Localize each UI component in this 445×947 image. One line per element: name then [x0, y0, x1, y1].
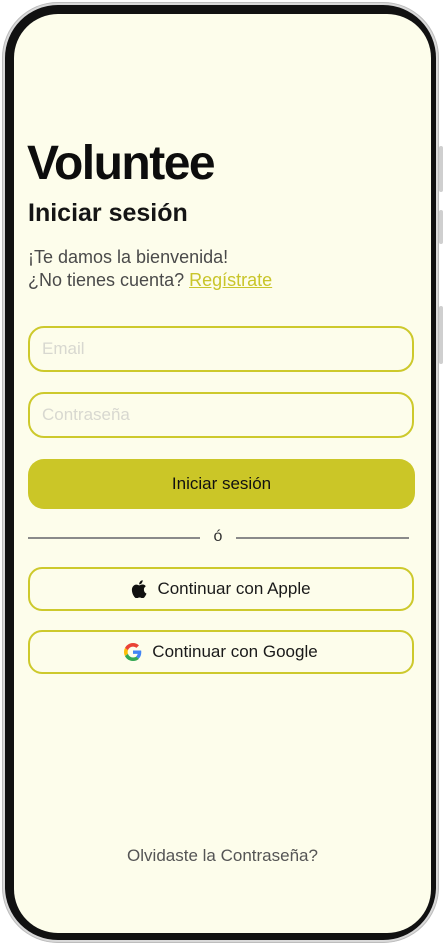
no-account-line: ¿No tienes cuenta? Regístrate	[28, 268, 272, 292]
divider-text: ó	[213, 528, 223, 545]
register-link[interactable]: Regístrate	[189, 270, 272, 290]
apple-login-button[interactable]: Continuar con Apple	[28, 567, 414, 611]
divider-line-right	[236, 537, 409, 539]
side-button-power	[439, 306, 443, 364]
divider-line-left	[28, 537, 200, 539]
forgot-password-link[interactable]: Olvidaste la Contraseña?	[14, 846, 431, 866]
google-login-label: Continuar con Google	[152, 642, 318, 661]
no-account-text: ¿No tienes cuenta?	[28, 270, 185, 290]
welcome-text: ¡Te damos la bienvenida!	[28, 247, 229, 267]
email-input[interactable]	[28, 326, 414, 372]
google-icon	[124, 643, 142, 661]
password-input[interactable]	[28, 392, 414, 438]
login-screen: Voluntee Iniciar sesión ¡Te damos la bie…	[14, 14, 431, 933]
apple-icon	[131, 580, 147, 598]
login-button[interactable]: Iniciar sesión	[28, 459, 415, 509]
app-logo-text: Voluntee	[27, 137, 216, 190]
side-button-volume-up	[439, 210, 443, 244]
side-button-top	[439, 146, 443, 192]
google-login-button[interactable]: Continuar con Google	[28, 630, 414, 674]
page-title: Iniciar sesión	[28, 199, 188, 227]
apple-login-label: Continuar con Apple	[157, 579, 311, 598]
